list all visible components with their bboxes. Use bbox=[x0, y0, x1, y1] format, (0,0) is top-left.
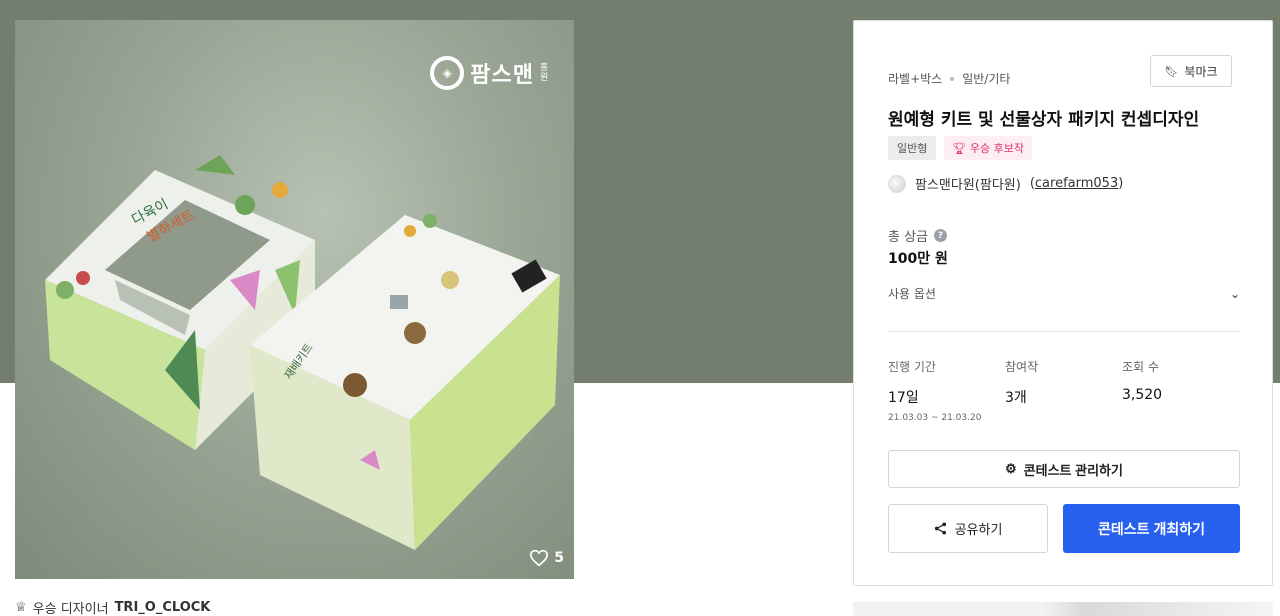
gear-icon: ⚙ bbox=[1005, 461, 1017, 476]
prize-label-text: 총 상금 bbox=[888, 230, 929, 245]
share-button[interactable]: 공유하기 bbox=[888, 504, 1048, 553]
winner-designer: ♕ 우승 디자이너 TRI_O_CLOCK bbox=[15, 598, 210, 616]
contest-info-panel: 라벨+박스 일반/기타 🔖︎ 북마크 원예형 키트 및 선물상자 패키지 컨셉디… bbox=[853, 20, 1273, 586]
badge-general: 일반형 bbox=[888, 136, 937, 160]
host-name: 팜스맨다원(팜다원) bbox=[915, 178, 1021, 193]
help-icon[interactable]: ? bbox=[934, 229, 948, 242]
bookmark-icon: 🔖︎ bbox=[1164, 64, 1179, 78]
related-contest-card[interactable] bbox=[853, 602, 1273, 616]
brand-logo-mark: ◈ bbox=[430, 56, 465, 90]
trophy-icon: 🏆︎ bbox=[952, 142, 967, 155]
stat-duration: 진행 기간 17일 21.03.03 ~ 21.03.20 bbox=[888, 358, 981, 423]
badge-winner-candidate: 🏆︎ 우승 후보작 bbox=[944, 136, 1032, 160]
like-counter[interactable]: 5 bbox=[529, 549, 564, 567]
usage-option-toggle[interactable]: 사용 옵션 ⌄ bbox=[888, 285, 1240, 302]
host-id-wrapper: (carefarm053) bbox=[1030, 176, 1123, 191]
breadcrumb: 라벨+박스 일반/기타 bbox=[888, 70, 1010, 87]
usage-option-label: 사용 옵션 bbox=[888, 287, 936, 301]
breadcrumb-separator bbox=[950, 76, 955, 81]
host-contest-button[interactable]: 콘테스트 개최하기 bbox=[1063, 504, 1240, 553]
trophy-icon: ♕ bbox=[15, 600, 27, 615]
host-id[interactable]: carefarm053 bbox=[1035, 176, 1118, 191]
contest-title: 원예형 키트 및 선물상자 패키지 컨셉디자인 bbox=[888, 110, 1200, 130]
stat-views: 조회 수 3,520 bbox=[1122, 358, 1162, 403]
manage-contest-button[interactable]: ⚙ 콘테스트 관리하기 bbox=[888, 450, 1240, 488]
manage-contest-label: 콘테스트 관리하기 bbox=[1023, 462, 1123, 478]
brand-logo-sub: 홍원 bbox=[540, 63, 549, 83]
host-info[interactable]: 팜스맨다원(팜다원) (carefarm053) bbox=[888, 174, 1123, 193]
stat-label: 참여작 bbox=[1005, 360, 1039, 374]
brand-logo: ◈ 팜스맨 홍원 bbox=[430, 56, 552, 90]
avatar bbox=[888, 174, 906, 193]
chevron-down-icon: ⌄ bbox=[1229, 286, 1240, 301]
stat-entries: 참여작 3개 bbox=[1005, 358, 1038, 407]
stat-value: 3,520 bbox=[1122, 387, 1163, 403]
host-id-close: ) bbox=[1118, 176, 1124, 191]
stat-value: 17일 bbox=[888, 390, 919, 406]
stat-label: 조회 수 bbox=[1122, 360, 1159, 374]
closed-box-illustration: 재배키트 bbox=[250, 214, 560, 550]
stat-date-range: 21.03.03 ~ 21.03.20 bbox=[888, 413, 982, 423]
brand-logo-text: 팜스맨 bbox=[470, 63, 534, 88]
bookmark-label: 북마크 bbox=[1184, 64, 1218, 79]
stat-label: 진행 기간 bbox=[888, 360, 936, 374]
bookmark-button[interactable]: 🔖︎ 북마크 bbox=[1150, 55, 1232, 87]
divider bbox=[888, 331, 1240, 332]
prize-value: 100만 원 bbox=[888, 251, 948, 267]
winner-label: 우승 디자이너 bbox=[32, 602, 109, 616]
breadcrumb-category[interactable]: 라벨+박스 bbox=[888, 70, 942, 87]
heart-icon bbox=[530, 549, 549, 567]
badge-group: 일반형 🏆︎ 우승 후보작 bbox=[888, 136, 1032, 160]
product-image[interactable]: ◈ 팜스맨 홍원 다육이 별하세트 재배키트 5 bbox=[15, 20, 574, 579]
stat-value: 3개 bbox=[1005, 390, 1027, 406]
share-icon bbox=[934, 522, 946, 535]
share-label: 공유하기 bbox=[954, 522, 1003, 537]
badge-winner-label: 우승 후보작 bbox=[969, 142, 1024, 155]
breadcrumb-subcategory[interactable]: 일반/기타 bbox=[962, 70, 1010, 87]
winner-name[interactable]: TRI_O_CLOCK bbox=[115, 600, 211, 615]
prize-label: 총 상금 ? bbox=[888, 226, 948, 245]
like-count-value: 5 bbox=[554, 550, 564, 566]
